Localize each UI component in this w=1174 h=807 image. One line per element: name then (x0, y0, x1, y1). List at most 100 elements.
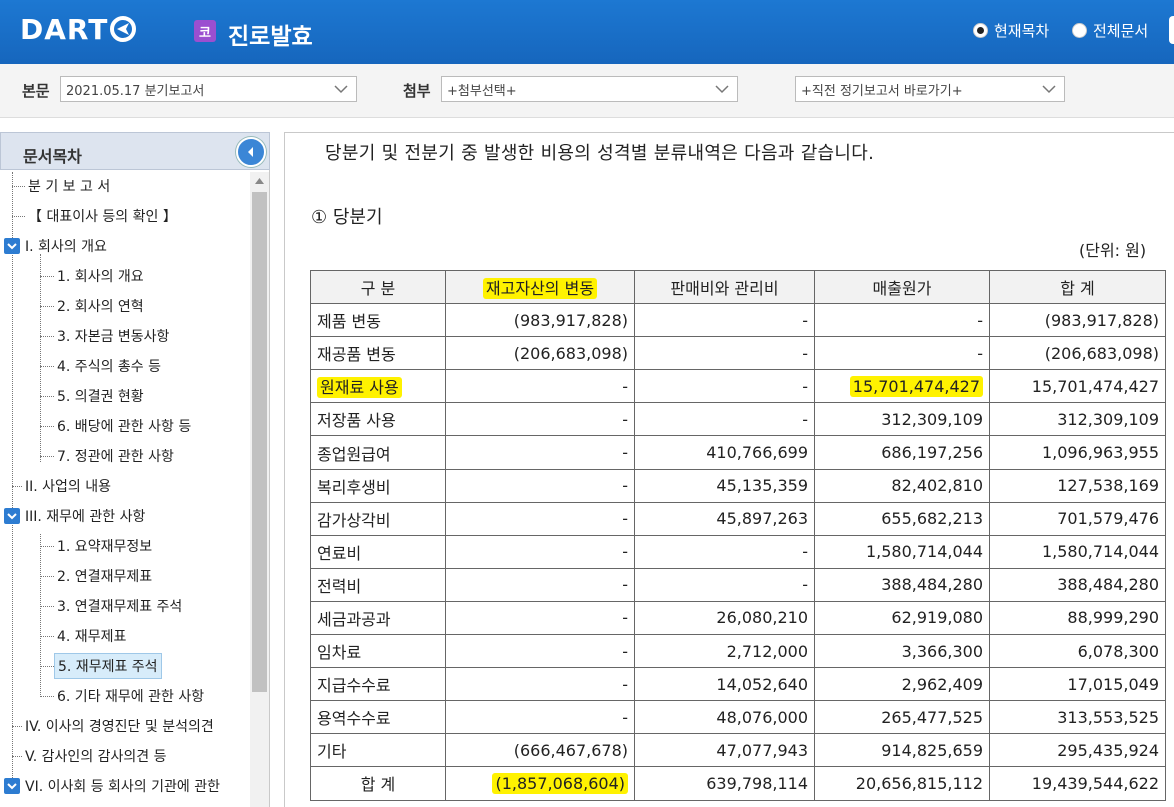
table-cell: 26,080,210 (634, 600, 815, 636)
scroll-thumb[interactable] (252, 192, 267, 692)
radio-selected-icon (973, 23, 988, 38)
toc-item-label: 6. 배당에 관한 사항 등 (57, 419, 192, 435)
table-cell: - (445, 634, 635, 669)
table-cell: 127,538,169 (989, 468, 1166, 503)
unit-label: (단위: 원) (1079, 241, 1147, 260)
scope-all-radio[interactable]: 전체문서 (1072, 20, 1148, 41)
table-cell: 48,076,000 (634, 700, 815, 735)
toc-item[interactable]: VI. 이사회 등 회사의 기관에 관한 (22, 773, 223, 799)
attach-select[interactable]: +첨부선택+ (441, 76, 738, 102)
table-cell: 88,999,290 (989, 600, 1166, 636)
table-cell: 82,402,810 (814, 468, 990, 503)
toc-item[interactable]: 4. 재무제표 (54, 623, 129, 649)
table-row: 저장품 사용 - -312,309,109 312,309,109 (310, 402, 1166, 437)
table-cell: 복리후생비 (310, 468, 446, 503)
toc-item[interactable]: I. 회사의 개요 (22, 233, 110, 259)
toc-scrollbar[interactable] (250, 172, 269, 807)
toc-item-label: VI. 이사회 등 회사의 기관에 관한 (25, 779, 220, 795)
toc-item-label: 5. 재무제표 주석 (54, 653, 162, 679)
table-cell: 312,309,109 (989, 402, 1166, 437)
toc-item-label: 4. 재무제표 (57, 629, 127, 645)
table-cell: 3,366,300 (814, 634, 990, 669)
toc-item-label: 3. 연결재무제표 주석 (57, 599, 183, 615)
toc-item[interactable]: 1. 회사의 개요 (54, 263, 147, 289)
table-row: 재공품 변동 (206,683,098) - - (206,683,098) (310, 336, 1166, 371)
dart-logo[interactable]: DART (20, 12, 137, 46)
scope-all-label: 전체문서 (1093, 22, 1149, 40)
table-cell: - (634, 402, 815, 437)
collapse-node-icon[interactable] (4, 238, 20, 254)
toc-item[interactable]: 3. 자본금 변동사항 (54, 323, 172, 349)
table-cell: 312,309,109 (814, 402, 990, 437)
table-cell: 2,962,409 (814, 667, 990, 702)
attach-label: 첨부 (403, 82, 431, 100)
table-cell: 15,701,474,427 (814, 369, 990, 404)
table-cell: 639,798,114 (634, 766, 815, 801)
previous-report-select-value: +직전 정기보고서 바로가기+ (801, 83, 963, 99)
toc-item[interactable]: 4. 주식의 총수 등 (54, 353, 164, 379)
toc-item[interactable]: 6. 기타 재무에 관한 사항 (54, 683, 207, 709)
toc-item[interactable]: 2. 연결재무제표 (54, 563, 155, 589)
table-cell: - (634, 534, 815, 569)
toc-item[interactable]: 【 대표이사 등의 확인 】 (25, 203, 180, 229)
previous-report-select[interactable]: +직전 정기보고서 바로가기+ (795, 76, 1065, 102)
scope-current-label: 현재목차 (994, 22, 1050, 40)
table-cell: (1,857,068,604) (445, 766, 635, 801)
toc-item[interactable]: III. 재무에 관한 사항 (22, 503, 148, 529)
table-header-row: 구 분 재고자산의 변동 판매비와 관리비 매출원가 합 계 (310, 269, 1166, 305)
toc-item[interactable]: 5. 의결권 현황 (54, 383, 147, 409)
logo-text: DART (20, 12, 109, 46)
toc-item-label: 분 기 보 고 서 (28, 179, 111, 195)
toc-item[interactable]: 3. 연결재무제표 주석 (54, 593, 185, 619)
table-cell: 388,484,280 (989, 567, 1166, 602)
toc-item[interactable]: 2. 회사의 연혁 (54, 293, 147, 319)
table-cell: - (445, 700, 635, 735)
main-doc-select[interactable]: 2021.05.17 분기보고서 (60, 76, 357, 102)
toc-item-label: 3. 자본금 변동사항 (57, 329, 170, 345)
scope-current-radio[interactable]: 현재목차 (973, 20, 1049, 41)
collapse-sidebar-button[interactable] (236, 137, 266, 167)
highlighted-text: 15,701,474,427 (849, 375, 983, 397)
header-action-button[interactable] (1169, 16, 1174, 44)
table-cell: 2,712,000 (634, 634, 815, 669)
collapse-node-icon[interactable] (4, 778, 20, 794)
top-header: DART 코 진로발효 현재목차 전체문서 (0, 0, 1174, 64)
toc-item[interactable]: IV. 이사의 경영진단 및 분석의견 (22, 713, 217, 739)
expense-classification-table: 구 분 재고자산의 변동 판매비와 관리비 매출원가 합 계 제품 변동 (983… (310, 269, 1166, 801)
toc-item[interactable]: V. 감사인의 감사의견 등 (22, 743, 170, 769)
column-header: 판매비와 관리비 (634, 269, 815, 305)
toc-item-label: 【 대표이사 등의 확인 】 (28, 209, 177, 225)
table-row: 기타 (666,467,678) 47,077,943 914,825,659 295,… (310, 733, 1166, 768)
toc-tree: 분 기 보 고 서 【 대표이사 등의 확인 】 I. 회사의 개요 1. 회사… (0, 172, 250, 807)
table-row: 감가상각비 -45,897,263 655,682,213 701,579,476 (310, 501, 1166, 536)
table-cell: 원재료 사용 (310, 369, 446, 404)
toc-item-label: V. 감사인의 감사의견 등 (25, 749, 167, 765)
toc-item[interactable]: 분 기 보 고 서 (25, 173, 113, 199)
table-cell: 45,135,359 (634, 468, 815, 503)
toc-item-selected[interactable]: 5. 재무제표 주석 (54, 653, 162, 679)
table-row: 세금과공과 -26,080,210 62,919,080 88,999,290 (310, 600, 1166, 636)
table-cell: 저장품 사용 (310, 402, 446, 437)
toc-item-label: 1. 회사의 개요 (57, 269, 144, 285)
table-cell: - (445, 534, 635, 569)
table-cell: - (445, 435, 635, 470)
collapse-node-icon[interactable] (4, 508, 20, 524)
scroll-up-arrow-icon[interactable] (250, 172, 269, 190)
table-row: 복리후생비 -45,135,359 82,402,810 127,538,169 (310, 468, 1166, 503)
table-cell: 재공품 변동 (310, 336, 446, 371)
table-cell: 감가상각비 (310, 501, 446, 536)
table-cell: - (445, 369, 635, 404)
table-cell: 701,579,476 (989, 501, 1166, 536)
toc-item[interactable]: 6. 배당에 관한 사항 등 (54, 413, 194, 439)
table-cell: 기타 (310, 733, 446, 768)
toc-item[interactable]: 7. 정관에 관한 사항 (54, 443, 177, 469)
table-cell: - (634, 303, 815, 338)
toc-item[interactable]: II. 사업의 내용 (22, 473, 114, 499)
toc-item[interactable]: 1. 요약재무정보 (54, 533, 155, 559)
table-cell: 914,825,659 (814, 733, 990, 768)
chevron-down-icon (334, 85, 348, 94)
table-cell: - (445, 567, 635, 602)
main-doc-select-value: 2021.05.17 분기보고서 (66, 83, 205, 99)
table-cell: (983,917,828) (989, 303, 1166, 338)
chevron-down-icon (1042, 85, 1056, 94)
